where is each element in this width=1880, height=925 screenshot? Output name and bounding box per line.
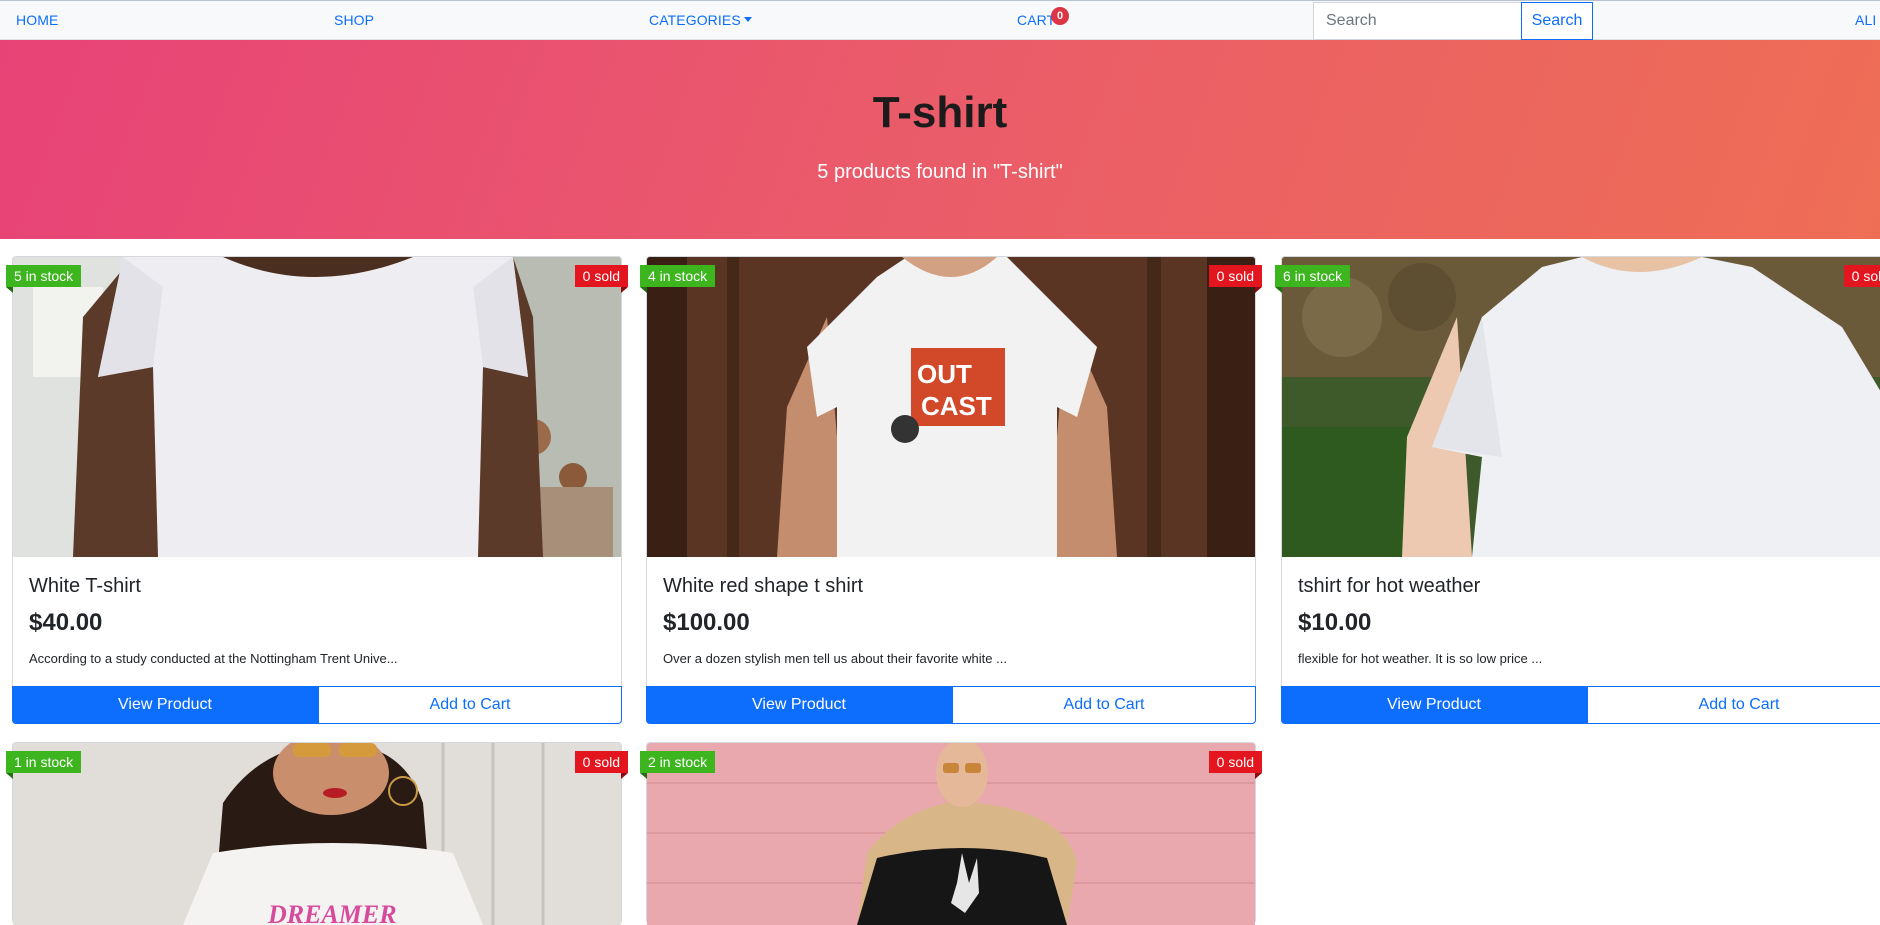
navbar: HOME SHOP CATEGORIES CART 0 Search ALI — [0, 0, 1880, 40]
nav-shop-link[interactable]: SHOP — [334, 12, 374, 28]
product-description: According to a study conducted at the No… — [29, 651, 398, 666]
product-card: OUT CAST 4 in stock 0 sold White red sha… — [640, 256, 1263, 724]
sold-badge: 0 sold — [574, 751, 629, 779]
add-to-cart-button[interactable]: Add to Cart — [952, 686, 1256, 724]
view-product-button[interactable]: View Product — [646, 686, 952, 724]
product-card: 5 in stock 0 sold White T-shirt $40.00 A… — [6, 256, 629, 724]
search-input[interactable] — [1313, 2, 1522, 40]
sold-badge: 0 sold — [574, 265, 629, 293]
add-to-cart-button[interactable]: Add to Cart — [1587, 686, 1880, 724]
print-text-out: OUT — [917, 359, 972, 389]
product-image[interactable]: DREAMER — [13, 743, 621, 925]
product-image[interactable] — [647, 743, 1255, 925]
product-card: 6 in stock 0 sold tshirt for hot weather… — [1275, 256, 1880, 724]
product-image[interactable]: OUT CAST — [647, 257, 1255, 557]
product-description: Over a dozen stylish men tell us about t… — [663, 651, 1007, 666]
cart-count-badge: 0 — [1051, 7, 1069, 25]
product-card: DREAMER 1 in stock 0 sold — [6, 742, 629, 925]
add-to-cart-button[interactable]: Add to Cart — [318, 686, 622, 724]
print-text-dreamer: DREAMER — [267, 900, 397, 925]
sold-badge: 0 sold — [1843, 265, 1880, 287]
stock-badge: 5 in stock — [6, 265, 82, 293]
product-price: $10.00 — [1298, 609, 1372, 636]
nav-categories-label: CATEGORIES — [649, 12, 741, 28]
hero-banner: T-shirt 5 products found in "T-shirt" — [0, 40, 1880, 239]
nav-categories-dropdown[interactable]: CATEGORIES — [649, 12, 752, 28]
stock-badge: 1 in stock — [6, 751, 82, 779]
product-image[interactable] — [13, 257, 621, 557]
product-price: $100.00 — [663, 609, 750, 636]
sold-badge: 0 sold — [1208, 265, 1263, 293]
product-price: $40.00 — [29, 609, 103, 636]
nav-user-link[interactable]: ALI — [1855, 12, 1876, 28]
stock-badge: 2 in stock — [640, 751, 716, 779]
view-product-button[interactable]: View Product — [12, 686, 318, 724]
product-image[interactable] — [1282, 257, 1880, 557]
product-title[interactable]: White T-shirt — [29, 575, 141, 598]
results-count: 5 products found in "T-shirt" — [817, 161, 1063, 183]
stock-badge: 6 in stock — [1275, 265, 1351, 293]
print-text-cast: CAST — [921, 391, 992, 421]
view-product-button[interactable]: View Product — [1281, 686, 1587, 724]
product-description: flexible for hot weather. It is so low p… — [1298, 651, 1543, 666]
product-card: 2 in stock 0 sold — [640, 742, 1263, 925]
sold-badge: 0 sold — [1208, 751, 1263, 779]
search-button[interactable]: Search — [1521, 2, 1593, 40]
stock-badge: 4 in stock — [640, 265, 716, 293]
product-title[interactable]: White red shape t shirt — [663, 575, 863, 598]
product-title[interactable]: tshirt for hot weather — [1298, 575, 1480, 598]
nav-home-link[interactable]: HOME — [16, 12, 58, 28]
caret-down-icon — [743, 17, 752, 22]
nav-cart-link[interactable]: CART — [1017, 12, 1055, 28]
page-title: T-shirt — [872, 88, 1008, 137]
